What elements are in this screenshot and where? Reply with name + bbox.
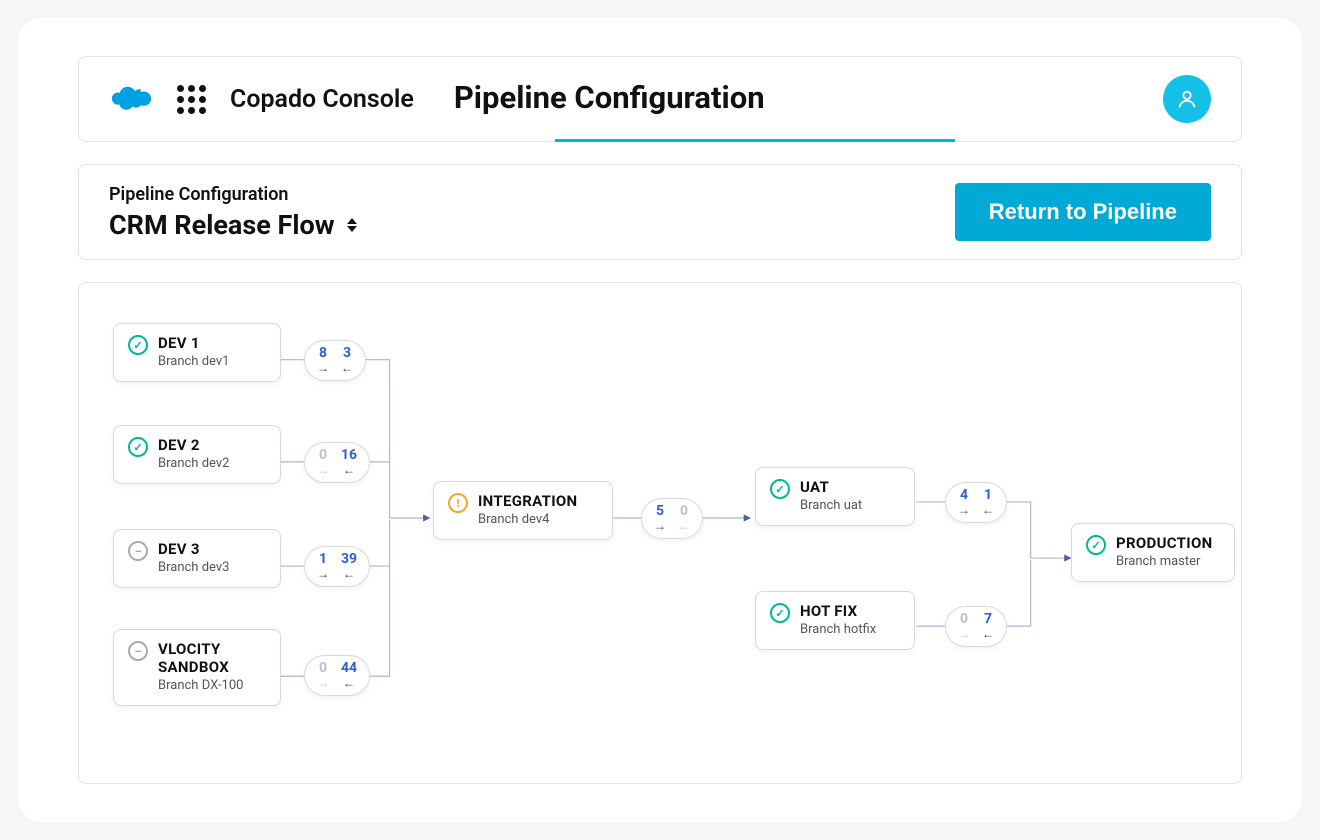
arrow-right-icon: → bbox=[958, 504, 970, 516]
arrow-left-icon: ← bbox=[343, 677, 355, 689]
node-dev2[interactable]: DEV 2 Branch dev2 bbox=[113, 425, 281, 484]
status-warn-icon bbox=[448, 493, 468, 513]
tab-underline bbox=[555, 139, 955, 142]
pill-fwd: 8 bbox=[319, 346, 327, 360]
top-bar: Copado Console Pipeline Configuration bbox=[78, 56, 1242, 142]
node-title: DEV 3 bbox=[158, 540, 229, 558]
node-branch: Branch dev1 bbox=[158, 354, 229, 369]
arrow-right-icon: → bbox=[317, 568, 329, 580]
pill-back: 39 bbox=[341, 552, 357, 566]
salesforce-logo-icon bbox=[109, 83, 155, 115]
pill-dev3[interactable]: 1 → 39 ← bbox=[304, 546, 370, 587]
subheader: Pipeline Configuration CRM Release Flow … bbox=[78, 164, 1242, 260]
pipeline-canvas[interactable]: DEV 1 Branch dev1 DEV 2 Branch dev2 DEV … bbox=[78, 282, 1242, 784]
node-branch: Branch dev3 bbox=[158, 560, 229, 575]
node-title: DEV 2 bbox=[158, 436, 229, 454]
arrow-left-icon: ← bbox=[343, 568, 355, 580]
node-integration[interactable]: INTEGRATION Branch dev4 bbox=[433, 481, 613, 540]
arrow-right-icon: → bbox=[958, 628, 970, 640]
breadcrumb: Pipeline Configuration bbox=[109, 184, 357, 205]
status-ok-icon bbox=[1086, 535, 1106, 555]
node-branch: Branch dev2 bbox=[158, 456, 229, 471]
pill-dev1[interactable]: 8 → 3 ← bbox=[304, 340, 366, 381]
node-branch: Branch dev4 bbox=[478, 512, 577, 527]
node-title: UAT bbox=[800, 478, 862, 496]
user-avatar[interactable] bbox=[1163, 75, 1211, 123]
node-title: INTEGRATION bbox=[478, 492, 577, 510]
pill-fwd: 4 bbox=[960, 488, 968, 502]
node-production[interactable]: PRODUCTION Branch master bbox=[1071, 523, 1235, 582]
pill-back: 0 bbox=[680, 504, 688, 518]
pill-integration[interactable]: 5 → 0 ← bbox=[641, 498, 703, 539]
status-none-icon bbox=[128, 541, 148, 561]
pill-back: 3 bbox=[343, 346, 351, 360]
node-title: HOT FIX bbox=[800, 602, 876, 620]
node-hotfix[interactable]: HOT FIX Branch hotfix bbox=[755, 591, 915, 650]
pill-back: 1 bbox=[984, 488, 992, 502]
node-title: PRODUCTION bbox=[1116, 534, 1212, 552]
arrow-left-icon: ← bbox=[982, 628, 994, 640]
pill-fwd: 0 bbox=[960, 612, 968, 626]
arrow-right-icon: → bbox=[317, 677, 329, 689]
arrow-left-icon: ← bbox=[678, 520, 690, 532]
pill-hotfix[interactable]: 0 → 7 ← bbox=[945, 606, 1007, 647]
node-dev1[interactable]: DEV 1 Branch dev1 bbox=[113, 323, 281, 382]
pill-back: 44 bbox=[341, 661, 357, 675]
pill-fwd: 1 bbox=[319, 552, 327, 566]
node-branch: Branch hotfix bbox=[800, 622, 876, 637]
arrow-right-icon: → bbox=[654, 520, 666, 532]
pill-back: 16 bbox=[341, 448, 357, 462]
pill-uat[interactable]: 4 → 1 ← bbox=[945, 482, 1007, 523]
node-dev3[interactable]: DEV 3 Branch dev3 bbox=[113, 529, 281, 588]
pill-back: 7 bbox=[984, 612, 992, 626]
arrow-left-icon: ← bbox=[982, 504, 994, 516]
arrow-left-icon: ← bbox=[341, 362, 353, 374]
status-ok-icon bbox=[128, 335, 148, 355]
node-branch: Branch DX-100 bbox=[158, 678, 266, 693]
arrow-right-icon: → bbox=[317, 464, 329, 476]
node-uat[interactable]: UAT Branch uat bbox=[755, 467, 915, 526]
pill-fwd: 0 bbox=[319, 448, 327, 462]
arrow-left-icon: ← bbox=[343, 464, 355, 476]
status-none-icon bbox=[128, 641, 148, 661]
pill-vlocity[interactable]: 0 → 44 ← bbox=[304, 655, 370, 696]
status-ok-icon bbox=[128, 437, 148, 457]
arrow-right-icon: → bbox=[317, 362, 329, 374]
node-branch: Branch master bbox=[1116, 554, 1212, 569]
node-branch: Branch uat bbox=[800, 498, 862, 513]
node-title: DEV 1 bbox=[158, 334, 229, 352]
console-title: Copado Console bbox=[230, 85, 414, 114]
return-to-pipeline-button[interactable]: Return to Pipeline bbox=[955, 183, 1211, 241]
pill-fwd: 5 bbox=[656, 504, 664, 518]
pill-fwd: 0 bbox=[319, 661, 327, 675]
app-launcher-icon[interactable] bbox=[177, 85, 206, 114]
node-vlocity-sandbox[interactable]: VLOCITY SANDBOX Branch DX-100 bbox=[113, 629, 281, 706]
status-ok-icon bbox=[770, 479, 790, 499]
sort-icon bbox=[347, 218, 357, 232]
tab-pipeline-config[interactable]: Pipeline Configuration bbox=[454, 79, 765, 120]
node-title: VLOCITY SANDBOX bbox=[158, 640, 266, 676]
pipeline-selector[interactable]: CRM Release Flow bbox=[109, 209, 357, 241]
pill-dev2[interactable]: 0 → 16 ← bbox=[304, 442, 370, 483]
status-ok-icon bbox=[770, 603, 790, 623]
user-icon bbox=[1176, 88, 1198, 110]
pipeline-title: CRM Release Flow bbox=[109, 209, 335, 241]
